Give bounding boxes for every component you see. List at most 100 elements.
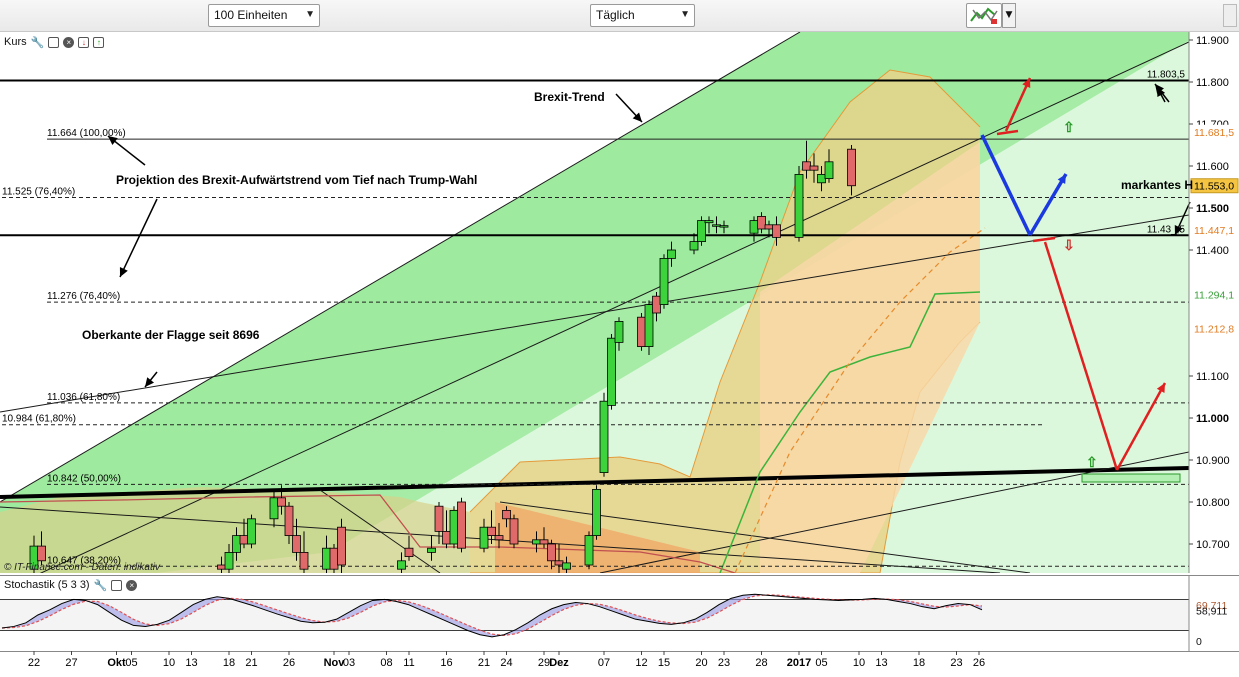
window-icon[interactable] (48, 36, 60, 48)
close-icon[interactable]: × (126, 579, 138, 591)
y-tick-label: 11.100 (1196, 371, 1229, 383)
toolbar: 100 Einheiten ▼ Täglich ▼ ▼ (0, 0, 1239, 32)
window-icon[interactable] (111, 579, 123, 591)
stoch-pane-label: Stochastik (5 3 3) (4, 579, 90, 591)
x-tick-label: 10 (853, 657, 865, 669)
candle (457, 501, 466, 549)
x-tick-label: 10 (163, 657, 175, 669)
candle (337, 526, 346, 566)
chevron-down-icon: ▼ (305, 9, 315, 20)
x-tick-label: 05 (815, 657, 827, 669)
candle (397, 560, 406, 570)
candle (584, 535, 594, 566)
buy-signal-icon: ⇧ (1086, 454, 1098, 470)
unit-select[interactable]: 100 Einheiten ▼ (208, 4, 320, 27)
copyright-label: © IT-Finance.com - Daten: indikativ (4, 562, 161, 573)
x-tick-label: 21 (245, 657, 257, 669)
candle (824, 161, 834, 180)
candle (532, 539, 541, 545)
main-pane-header: Kurs 🔧 × ↓ ↑ (0, 34, 109, 50)
candle (494, 535, 504, 541)
candle (239, 535, 249, 545)
y-tick-label: 11.400 (1196, 245, 1229, 257)
sell-signal-icon: ⇩ (1063, 237, 1075, 253)
stoch-value-label: 58,911 (1196, 605, 1227, 617)
stochastic-chart: 69,71158,9110 (0, 575, 1239, 651)
fib-level-label: 11.525 (76,40%) (2, 187, 75, 198)
x-tick-label: 24 (500, 657, 512, 669)
x-tick-label: 28 (755, 657, 767, 669)
y-tick-label: 11.600 (1196, 161, 1229, 173)
brexit-trend-label: Brexit-Trend (534, 90, 605, 104)
candle (247, 518, 256, 545)
stoch-pane-header: Stochastik (5 3 3) 🔧 × (0, 577, 142, 593)
x-axis: 22 27 Okt 05 10 13 18 21 26 Nov03 08 11 16 21 24 29 Dez 0… (0, 651, 1239, 677)
fib-level-label: 11.276 (76,40%) (47, 291, 120, 302)
candle (404, 547, 414, 558)
candle (712, 224, 721, 227)
scroll-right-button[interactable] (1223, 4, 1237, 27)
x-tick-label: 20 (695, 657, 707, 669)
candle (299, 552, 309, 570)
x-tick-label: Okt (107, 657, 126, 669)
x-tick-label: 26 (283, 657, 295, 669)
candle (809, 165, 819, 171)
candle (329, 547, 339, 570)
candle (487, 526, 496, 537)
candle (757, 215, 766, 230)
buy-signal-icon: ⇧ (1063, 119, 1075, 135)
horizontal-level-label: 11.803,5 (1147, 70, 1186, 81)
candle (614, 320, 624, 343)
candle (697, 220, 706, 243)
x-tick-label: 03 (343, 657, 355, 669)
pane-label: Kurs (4, 36, 27, 48)
candle (284, 505, 294, 537)
candle (322, 547, 331, 570)
chart-tools-dropdown[interactable]: ▼ (1002, 3, 1016, 28)
x-tick-label: 11 (403, 657, 414, 669)
x-tick-label: Dez (549, 657, 569, 669)
candle (599, 400, 609, 474)
period-select[interactable]: Täglich ▼ (590, 4, 695, 27)
y-tick-label: 11.000 (1196, 413, 1229, 425)
candle (554, 560, 564, 566)
y-tick-label: 10.700 (1196, 539, 1230, 551)
wrench-icon[interactable]: 🔧 (94, 579, 108, 592)
candle (847, 148, 856, 187)
wrench-icon[interactable]: 🔧 (31, 36, 45, 49)
candle (667, 249, 676, 259)
candle (449, 509, 459, 545)
unit-select-value: 100 Einheiten (214, 8, 288, 22)
close-icon[interactable]: × (63, 36, 75, 48)
x-tick-label: 18 (223, 657, 235, 669)
x-tick-label: 22 (28, 657, 40, 669)
candle (427, 547, 436, 553)
candle (562, 562, 571, 570)
candle (547, 543, 556, 562)
candle (37, 545, 46, 562)
candle (479, 526, 489, 549)
x-tick-label: 16 (440, 657, 452, 669)
candle (442, 530, 451, 545)
candle (719, 225, 729, 228)
price-tag-label: 11.553,0 (1194, 181, 1234, 193)
candle (704, 220, 714, 224)
candle (434, 505, 444, 532)
price-tag-label: 11.294,1 (1194, 289, 1234, 301)
candle (269, 497, 279, 520)
candle (644, 304, 654, 348)
x-tick-label: 07 (598, 657, 610, 669)
candle (292, 535, 301, 553)
candle (607, 337, 616, 406)
candle (224, 552, 234, 570)
arrow-down-icon[interactable]: ↓ (78, 36, 90, 48)
x-tick-label: 13 (875, 657, 887, 669)
x-tick-label: 13 (185, 657, 197, 669)
chart-tools-button[interactable] (966, 3, 1002, 28)
arrow-up-icon[interactable]: ↑ (93, 36, 105, 48)
y-tick-label: 10.800 (1196, 497, 1230, 509)
y-tick-label: 10.900 (1196, 455, 1230, 467)
flag-label: Oberkante der Flagge seit 8696 (82, 328, 260, 342)
x-tick-label: 15 (658, 657, 670, 669)
fib-level-label: 10.842 (50,00%) (47, 473, 121, 484)
